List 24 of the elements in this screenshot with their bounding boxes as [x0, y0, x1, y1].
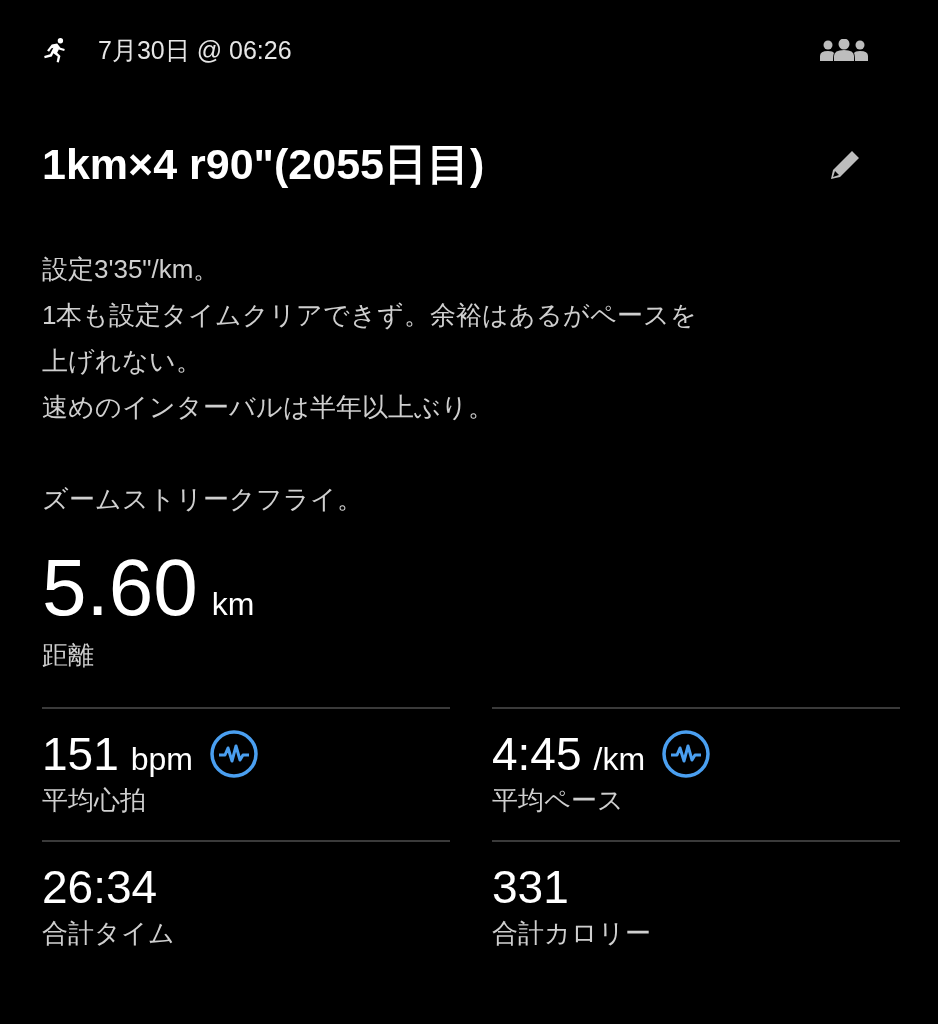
heartbeat-icon[interactable] [661, 729, 712, 779]
description-text: 1本も設定タイムクリアできず。余裕はあるがペースを上げれない。 [42, 299, 699, 378]
heartbeat-icon[interactable] [209, 729, 259, 779]
description-text: 設定3'35"/km。 [42, 253, 221, 286]
stat-label: 合計タイム [42, 917, 176, 950]
distance-value: 5.60 [42, 542, 198, 634]
stat-label: 平均心拍 [42, 784, 147, 817]
people-icon[interactable] [820, 39, 868, 61]
stat-label: 合計カロリー [492, 917, 652, 950]
stat-value: 331 [492, 860, 569, 914]
stat-unit: /km [593, 741, 646, 778]
activity-date: 7月30日 @ 06:26 [98, 34, 292, 66]
stat-unit: bpm [130, 741, 193, 778]
activity-title: 1km×4 r90"(2055日目) [42, 139, 485, 190]
stat-value: 151 [42, 727, 119, 781]
description-text: ズームストリークフライ。 [42, 483, 364, 516]
stat-label: 平均ペース [492, 784, 625, 817]
stat-value: 26:34 [42, 860, 158, 914]
distance-label: 距離 [42, 639, 95, 672]
runner-icon [42, 37, 68, 63]
stat-value: 4:45 [492, 727, 582, 781]
edit-icon[interactable] [828, 148, 862, 182]
description-text: 速めのインターバルは半年以上ぶり。 [42, 391, 495, 424]
distance-unit: km [211, 586, 255, 623]
